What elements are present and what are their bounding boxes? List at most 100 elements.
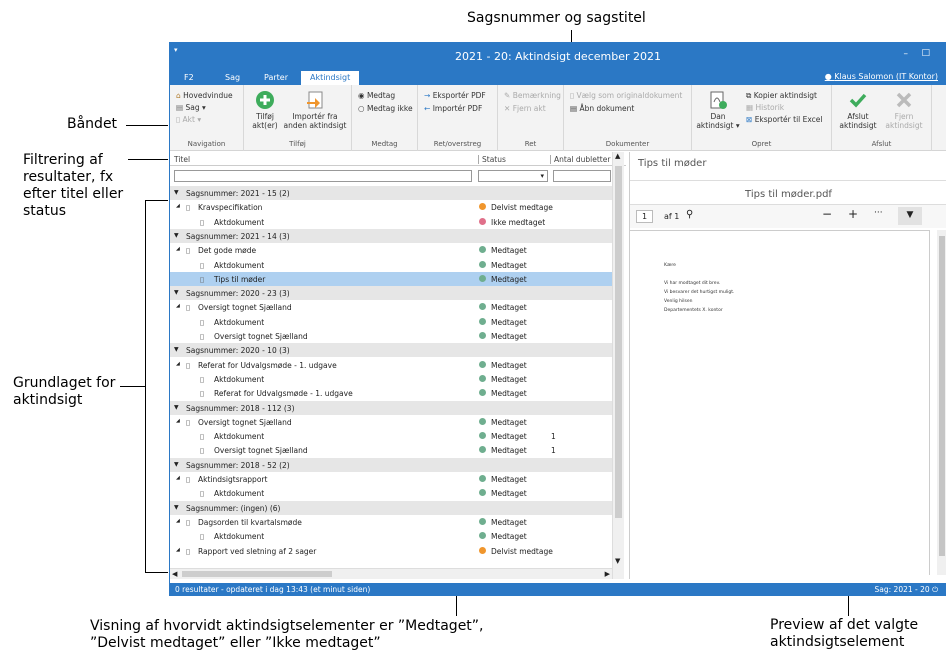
act-button[interactable]: ▯ Akt ▾ <box>176 115 201 124</box>
table-row[interactable]: ◢ ▯ Rapport ved sletning af 2 sager Delvist… <box>170 544 612 558</box>
scroll-up-icon[interactable]: ▲ <box>615 152 620 160</box>
table-row[interactable]: ◢ ▯ Aktindsigtsrapport Medtaget <box>170 472 612 486</box>
table-row[interactable]: ▯ Referat for Udvalgsmøde - 1. udgave Medt… <box>170 386 612 400</box>
preview-scrollbar[interactable] <box>937 230 946 575</box>
collapse-icon[interactable]: ▼ <box>174 461 179 468</box>
home-button[interactable]: ⌂ Hovedvindue <box>176 91 233 100</box>
collapse-icon[interactable]: ▼ <box>174 189 179 196</box>
create-access-button[interactable]: Dan aktindsigt ▾ <box>696 90 740 130</box>
history-button[interactable]: ▦ Historik <box>746 103 784 112</box>
user-link[interactable]: ● Klaus Salomon (IT Kontor) <box>825 72 938 81</box>
copy-access-button[interactable]: ⧉ Kopier aktindsigt <box>746 91 817 101</box>
export-excel-button[interactable]: ⊠ Eksportér til Excel <box>746 115 823 124</box>
group-row[interactable]: ▼ Sagsnummer: 2020 - 10 (3) <box>170 343 612 358</box>
group-row[interactable]: ▼ Sagsnummer: 2018 - 112 (3) <box>170 400 612 415</box>
row-title: Sagsnummer: 2021 - 15 (2) <box>186 189 290 198</box>
remove-access-button[interactable]: Fjern aktindsigt <box>882 90 926 130</box>
open-document-button[interactable]: ▤ Åbn dokument <box>570 104 634 113</box>
collapse-icon[interactable]: ▼ <box>174 346 179 353</box>
table-row[interactable]: ▯ Aktdokument Medtaget <box>170 486 612 500</box>
group-row[interactable]: ▼ Sagsnummer: 2021 - 15 (2) <box>170 186 612 200</box>
document-icon: ▯ <box>200 489 205 499</box>
maximize-icon[interactable]: □ <box>921 48 930 58</box>
table-row[interactable]: ▯ Tips til møder Medtaget <box>170 271 612 286</box>
expand-icon[interactable]: ◢ <box>176 303 180 309</box>
tab-aktindsigt[interactable]: Aktindsigt <box>301 71 360 85</box>
expand-icon[interactable]: ◢ <box>176 418 180 424</box>
case-button[interactable]: ▤ Sag ▾ <box>176 103 206 112</box>
hscroll-thumb[interactable] <box>182 571 332 577</box>
table-row[interactable]: ▯ Aktdokument Medtaget <box>170 315 612 329</box>
finish-access-button[interactable]: Afslut aktindsigt <box>836 90 880 130</box>
minimize-icon[interactable]: – <box>904 49 909 59</box>
title-filter-input[interactable] <box>174 170 472 182</box>
user-icon: ● <box>824 72 835 81</box>
duplicates-filter-input[interactable] <box>553 170 611 182</box>
table-row[interactable]: ▯ Aktdokument Medtaget 1 <box>170 429 612 443</box>
import-pdf-button[interactable]: ← Importér PDF <box>424 104 482 113</box>
expand-icon[interactable]: ◢ <box>176 518 180 524</box>
group-row[interactable]: ▼ Sagsnummer: 2021 - 14 (3) <box>170 228 612 243</box>
column-duplicates[interactable]: Antal dubletter <box>550 155 610 164</box>
scroll-down-icon[interactable]: ▼ <box>615 557 620 565</box>
table-row[interactable]: ◢ ▯ Oversigt tognet Sjælland Medtaget <box>170 300 612 314</box>
table-row[interactable]: ◢ ▯ Kravspecifikation Delvist medtage <box>170 200 612 214</box>
scroll-right-icon[interactable]: ▶ <box>605 570 610 578</box>
status-filter-select[interactable]: ▾ <box>478 170 548 182</box>
table-row[interactable]: ◢ ▯ Oversigt tognet Sjælland Medtaget <box>170 415 612 429</box>
scroll-left-icon[interactable]: ◀ <box>172 570 177 578</box>
group-row[interactable]: ▼ Sagsnummer: 2018 - 52 (2) <box>170 457 612 472</box>
document-icon: ▯ <box>186 303 191 313</box>
table-row[interactable]: ▯ Aktdokument Ikke medtaget <box>170 215 612 229</box>
pin-icon[interactable]: ▼ <box>898 207 922 225</box>
more-icon[interactable]: ··· <box>874 208 883 218</box>
table-row[interactable]: ◢ ▯ Referat for Udvalgsmøde - 1. udgave Med… <box>170 358 612 372</box>
pdf-create-icon <box>710 91 727 109</box>
tab-sag[interactable]: Sag <box>225 72 240 83</box>
tab-parter[interactable]: Parter <box>264 72 288 83</box>
table-row[interactable]: ◢ ▯ Det gode møde Medtaget <box>170 243 612 257</box>
import-button[interactable]: Importér fra anden aktindsigt <box>282 90 348 130</box>
table-row[interactable]: ▯ Oversigt tognet Sjælland Medtaget <box>170 329 612 343</box>
table-row[interactable]: ▯ Oversigt tognet Sjælland Medtaget 1 <box>170 443 612 457</box>
preview-scroll-thumb[interactable] <box>939 236 945 556</box>
column-status[interactable]: Status <box>478 155 506 164</box>
callout-line <box>126 125 168 126</box>
page-number-input[interactable]: 1 <box>636 210 654 223</box>
status-text: Medtaget <box>491 317 527 327</box>
tab-f2[interactable]: F2 <box>184 72 194 83</box>
group-row[interactable]: ▼ Sagsnummer: 2020 - 23 (3) <box>170 286 612 301</box>
status-dot-icon <box>479 303 486 311</box>
row-title: Kravspecifikation <box>198 203 263 213</box>
export-pdf-button[interactable]: → Eksportér PDF <box>424 91 486 100</box>
scroll-thumb[interactable] <box>615 166 622 518</box>
remark-button[interactable]: ✎ Bemærkning <box>504 91 561 100</box>
collapse-icon[interactable]: ▼ <box>174 504 179 511</box>
collapse-icon[interactable]: ▼ <box>174 232 179 239</box>
zoom-in-icon[interactable]: + <box>848 207 858 221</box>
select-original-button[interactable]: ▯ Vælg som originaldokument <box>570 91 682 100</box>
vertical-scrollbar[interactable]: ▲ ▼ <box>612 152 624 579</box>
collapse-icon[interactable]: ▼ <box>174 289 179 296</box>
expand-icon[interactable]: ◢ <box>176 547 180 553</box>
table-row[interactable]: ◢ ▯ Dagsorden til kvartalsmøde Medtaget <box>170 515 612 529</box>
exclude-radio[interactable]: ○ Medtag ikke <box>358 104 413 113</box>
table-row[interactable]: ▯ Aktdokument Medtaget <box>170 529 612 543</box>
row-title: Sagsnummer: 2021 - 14 (3) <box>186 231 290 241</box>
group-row[interactable]: ▼ Sagsnummer: (ingen) (6) <box>170 500 612 515</box>
column-title[interactable]: Titel <box>174 155 190 164</box>
expand-icon[interactable]: ◢ <box>176 475 180 481</box>
include-radio[interactable]: ◉ Medtag <box>358 91 395 100</box>
expand-icon[interactable]: ◢ <box>176 361 180 367</box>
close-icon: ✕ <box>504 104 511 113</box>
collapse-icon[interactable]: ▼ <box>174 404 179 411</box>
add-act-button[interactable]: Tilføj akt(er) <box>248 90 282 130</box>
table-row[interactable]: ▯ Aktdokument Medtaget <box>170 258 612 272</box>
expand-icon[interactable]: ◢ <box>176 203 180 209</box>
remove-act-button[interactable]: ✕ Fjern akt <box>504 104 546 113</box>
zoom-out-icon[interactable]: − <box>822 207 832 221</box>
horizontal-scrollbar[interactable]: ◀ ▶ <box>170 568 612 579</box>
expand-icon[interactable]: ◢ <box>176 246 180 252</box>
search-icon[interactable]: ⚲ <box>686 209 693 220</box>
table-row[interactable]: ▯ Aktdokument Medtaget <box>170 372 612 386</box>
